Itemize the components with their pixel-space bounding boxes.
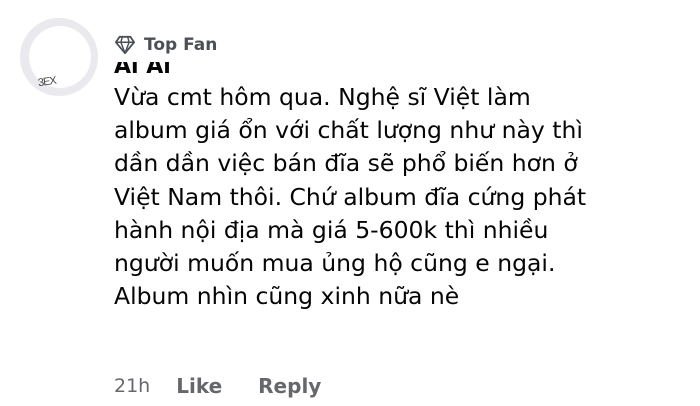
author-name[interactable]: Ai Ai: [114, 62, 694, 76]
comment-line: Album nhìn cũng xinh nữa nè: [114, 282, 460, 311]
comment-line: dần dần việc bán đĩa sẽ phổ biến hơn ở: [114, 149, 578, 178]
badge-label: Top Fan: [144, 35, 218, 55]
reply-button[interactable]: Reply: [258, 374, 321, 398]
author-name-wrapper[interactable]: Ai Ai: [114, 62, 694, 76]
avatar[interactable]: 3EX: [20, 18, 98, 96]
like-button[interactable]: Like: [176, 374, 222, 398]
comment-line: album giá ổn với chất lượng như này thì: [114, 116, 583, 145]
comment-line: người muốn mua ủng hộ cũng e ngại.: [114, 249, 556, 278]
timestamp[interactable]: 21h: [114, 375, 150, 397]
comment-bubble: Top Fan Ai Ai Vừa cmt hôm qua. Nghệ sĩ V…: [114, 32, 694, 313]
comment-text: Vừa cmt hôm qua. Nghệ sĩ Việt làm album …: [114, 81, 694, 313]
top-fan-badge: Top Fan: [114, 32, 694, 58]
comment-line: Vừa cmt hôm qua. Nghệ sĩ Việt làm: [114, 83, 531, 111]
avatar-scribble: 3EX: [37, 74, 57, 90]
comment-line: Việt Nam thôi. Chứ album đĩa cứng phát: [114, 182, 587, 211]
diamond-icon: [115, 35, 135, 55]
comment-line: hành nội địa mà giá 5-600k thì nhiều: [114, 215, 549, 244]
comment-actions: 21h Like Reply: [114, 374, 357, 398]
